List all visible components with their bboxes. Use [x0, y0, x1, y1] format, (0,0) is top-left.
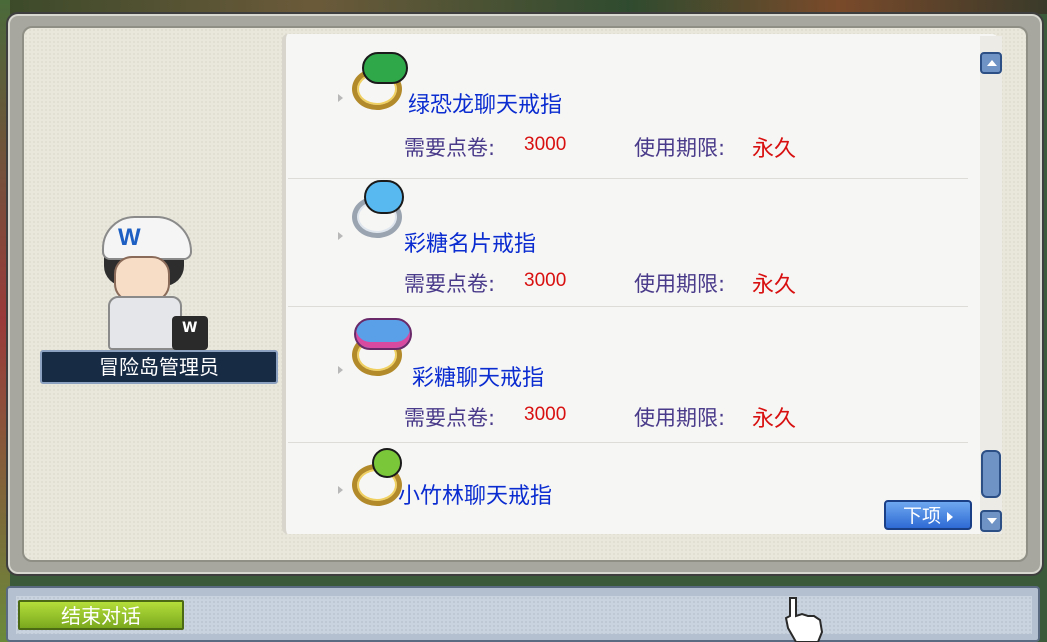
green-dino-ring-icon: [348, 52, 408, 110]
list-item[interactable]: 彩糖聊天戒指 需要点卷: 3000 使用期限: 永久: [286, 308, 970, 443]
ring-gem: [364, 180, 404, 214]
divider: [288, 306, 968, 307]
list-item[interactable]: 绿恐龙聊天戒指 需要点卷: 3000 使用期限: 永久: [286, 34, 970, 179]
item-name[interactable]: 绿恐龙聊天戒指: [408, 87, 562, 119]
price-value: 3000: [524, 404, 567, 425]
scroll-up-button[interactable]: [980, 52, 1002, 74]
period-value: 永久: [752, 137, 797, 162]
bullet-icon: [338, 94, 343, 102]
period-value: 永久: [752, 407, 797, 432]
scroll-down-button[interactable]: [980, 510, 1002, 532]
ring-gem: [372, 448, 402, 478]
period-value: 永久: [752, 273, 797, 298]
arrow-up-icon: [987, 60, 997, 66]
npc-body: [108, 296, 182, 350]
item-list: 绿恐龙聊天戒指 需要点卷: 3000 使用期限: 永久 彩糖名片戒指 需要点卷:…: [282, 34, 998, 534]
ring-gem: [354, 318, 412, 350]
npc-hat: W: [102, 216, 192, 260]
bullet-icon: [338, 366, 343, 374]
period-label: 使用期限:: [634, 406, 726, 430]
price-label: 需要点卷:: [404, 136, 496, 160]
npc-portrait: W W 冒险岛管理员: [18, 196, 278, 396]
hat-logo: W: [118, 224, 141, 251]
scroll-thumb[interactable]: [981, 450, 1001, 498]
list-item[interactable]: 小竹林聊天戒指: [286, 442, 970, 532]
next-page-label: 下项: [902, 505, 941, 527]
price-label: 需要点卷:: [404, 272, 496, 296]
item-name[interactable]: 彩糖聊天戒指: [412, 360, 544, 392]
hand-cursor-icon: [784, 597, 824, 642]
end-chat-button[interactable]: 结束对话: [18, 600, 184, 630]
arrow-down-icon: [987, 518, 997, 524]
briefcase-icon: W: [172, 316, 208, 350]
price-label: 需要点卷:: [404, 406, 496, 430]
price-value: 3000: [524, 270, 567, 291]
bullet-icon: [338, 232, 343, 240]
candy-card-ring-icon: [348, 180, 406, 238]
next-page-button[interactable]: 下项: [884, 500, 972, 530]
arrow-right-icon: [947, 511, 953, 522]
list-item[interactable]: 彩糖名片戒指 需要点卷: 3000 使用期限: 永久: [286, 174, 970, 308]
bullet-icon: [338, 486, 343, 494]
period-label: 使用期限:: [634, 136, 726, 160]
npc-name-label: 冒险岛管理员: [40, 350, 278, 384]
price-value: 3000: [524, 134, 567, 155]
briefcase-logo: W: [182, 320, 198, 336]
period-label: 使用期限:: [634, 272, 726, 296]
item-name[interactable]: 小竹林聊天戒指: [398, 478, 552, 510]
list-scrollbar[interactable]: [980, 36, 1002, 534]
item-name[interactable]: 彩糖名片戒指: [404, 226, 536, 258]
ring-gem: [362, 52, 408, 84]
npc-avatar: W W: [90, 212, 208, 352]
candy-chat-ring-icon: [348, 318, 412, 376]
